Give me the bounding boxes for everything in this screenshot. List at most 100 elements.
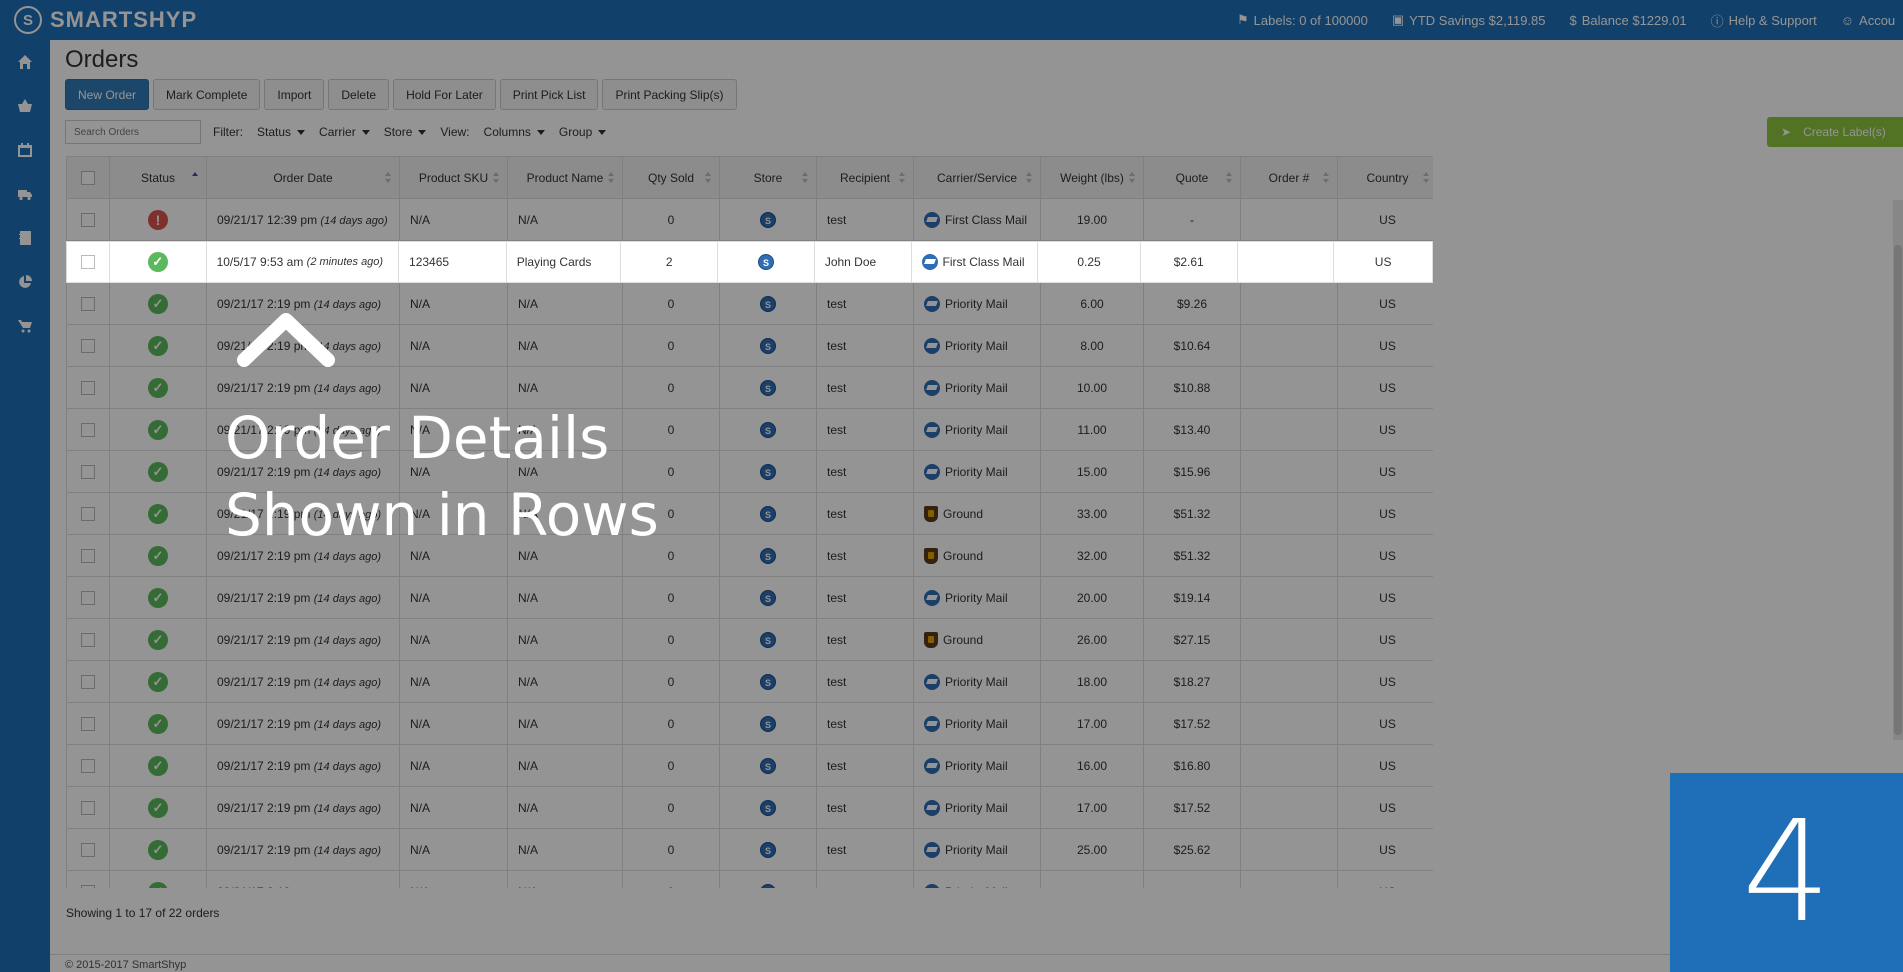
store-cell: S xyxy=(719,786,817,829)
store-filter-dropdown[interactable]: Store xyxy=(384,125,427,139)
row-checkbox[interactable] xyxy=(81,464,95,479)
row-checkbox[interactable] xyxy=(81,380,95,395)
row-checkbox[interactable] xyxy=(81,422,95,437)
order-number-cell xyxy=(1240,744,1338,787)
row-checkbox[interactable] xyxy=(81,548,95,563)
row-select-cell[interactable] xyxy=(66,786,110,829)
import-button[interactable]: Import xyxy=(264,79,325,110)
row-select-cell[interactable] xyxy=(66,282,110,325)
row-select-cell[interactable] xyxy=(66,660,110,703)
table-scrollbar[interactable] xyxy=(1893,200,1903,740)
carrier-filter-dropdown[interactable]: Carrier xyxy=(319,125,370,139)
row-checkbox[interactable] xyxy=(80,255,95,269)
row-checkbox[interactable] xyxy=(81,800,95,815)
row-select-cell[interactable] xyxy=(66,702,110,745)
help-support-link[interactable]: ⓘ Help & Support xyxy=(1711,11,1817,30)
table-row[interactable]: ✓09/21/17 2:19 pm (14 days ago)N/AN/A0St… xyxy=(66,618,1433,661)
column-header-store[interactable]: Store xyxy=(719,156,817,199)
row-checkbox[interactable] xyxy=(81,674,95,689)
account-menu[interactable]: ☺ Accou xyxy=(1841,13,1895,28)
row-checkbox[interactable] xyxy=(81,296,95,311)
highlighted-order-row[interactable]: ✓ 10/5/17 9:53 am (2 minutes ago) 123465… xyxy=(66,241,1433,283)
hold-for-later-button[interactable]: Hold For Later xyxy=(393,79,496,110)
row-select-cell[interactable] xyxy=(66,744,110,787)
column-header-order-date[interactable]: Order Date xyxy=(206,156,400,199)
column-header-status[interactable]: Status xyxy=(109,156,207,199)
column-header-product-sku[interactable]: Product SKU xyxy=(399,156,508,199)
sidebar-item-store[interactable] xyxy=(0,304,50,348)
select-all-header[interactable] xyxy=(66,156,110,199)
row-select-cell[interactable] xyxy=(66,492,110,535)
mark-complete-button[interactable]: Mark Complete xyxy=(153,79,261,110)
row-select-cell[interactable] xyxy=(66,828,110,871)
column-header-quote[interactable]: Quote xyxy=(1143,156,1241,199)
row-select-cell[interactable] xyxy=(66,450,110,493)
sidebar-item-home[interactable] xyxy=(0,40,50,84)
row-select-cell[interactable] xyxy=(66,408,110,451)
row-checkbox[interactable] xyxy=(81,758,95,773)
sidebar-item-orders[interactable] xyxy=(0,84,50,128)
column-header-order-number[interactable]: Order # xyxy=(1240,156,1338,199)
row-select-cell[interactable] xyxy=(66,870,110,888)
column-header-country[interactable]: Country xyxy=(1337,156,1433,199)
sku-cell: N/A xyxy=(399,324,508,367)
scrollbar-thumb[interactable] xyxy=(1894,245,1902,735)
store-cell: S xyxy=(719,198,817,241)
column-header-weight[interactable]: Weight (lbs) xyxy=(1040,156,1144,199)
row-checkbox[interactable] xyxy=(81,338,95,353)
print-packing-slips-button[interactable]: Print Packing Slip(s) xyxy=(602,79,737,110)
column-header-qty-sold[interactable]: Qty Sold xyxy=(622,156,720,199)
row-select-cell[interactable] xyxy=(66,324,110,367)
row-checkbox[interactable] xyxy=(81,632,95,647)
sort-icon xyxy=(1226,172,1232,184)
row-select-cell[interactable] xyxy=(66,534,110,577)
ytd-savings[interactable]: ▣ YTD Savings $2,119.85 xyxy=(1392,12,1546,28)
question-circle-icon: ⓘ xyxy=(1710,13,1724,29)
row-checkbox[interactable] xyxy=(81,590,95,605)
column-header-carrier-service[interactable]: Carrier/Service xyxy=(913,156,1041,199)
balance[interactable]: $ Balance $1229.01 xyxy=(1570,13,1687,28)
sidebar-item-reports[interactable] xyxy=(0,260,50,304)
group-dropdown[interactable]: Group xyxy=(559,125,607,139)
store-logo-icon: S xyxy=(760,463,776,480)
qty-cell: 0 xyxy=(622,618,720,661)
table-row[interactable]: ! 09/21/17 12:39 pm (14 days ago) N/A N/A 0 S… xyxy=(66,198,1433,241)
row-checkbox[interactable] xyxy=(81,842,95,857)
print-pick-list-button[interactable]: Print Pick List xyxy=(499,79,599,110)
column-header-product-name[interactable]: Product Name xyxy=(507,156,623,199)
search-orders-input[interactable] xyxy=(65,120,201,144)
new-order-button[interactable]: New Order xyxy=(65,79,150,110)
quote-cell: $51.32 xyxy=(1143,492,1241,535)
columns-dropdown[interactable]: Columns xyxy=(484,125,545,139)
row-select-cell[interactable] xyxy=(66,576,110,619)
table-row[interactable]: ✓09/21/17 2:19 pm (14 days ago)N/AN/A0St… xyxy=(66,576,1433,619)
create-labels-button[interactable]: ➤ Create Label(s) xyxy=(1767,117,1903,147)
table-row[interactable]: ✓09/21/17 2:19 pm (14 days ago)N/AN/A0St… xyxy=(66,702,1433,745)
table-row[interactable]: ✓09/21/17 2:19 pm (14 days ago)N/AN/A0St… xyxy=(66,660,1433,703)
table-row[interactable]: ✓09/21/17 2:19 pm (14 days ago)N/AN/A0St… xyxy=(66,870,1433,888)
sidebar-item-shipments[interactable] xyxy=(0,172,50,216)
carrier-cell: Priority Mail xyxy=(913,366,1041,409)
row-select-cell[interactable] xyxy=(67,242,110,282)
row-checkbox[interactable] xyxy=(81,506,95,521)
usps-eagle-icon xyxy=(921,254,938,270)
delete-button[interactable]: Delete xyxy=(328,79,390,110)
sidebar-item-address-book[interactable] xyxy=(0,216,50,260)
sidebar-item-calendar[interactable] xyxy=(0,128,50,172)
status-filter-dropdown[interactable]: Status xyxy=(257,125,306,139)
table-row[interactable]: ✓09/21/17 2:19 pm (14 days ago)N/AN/A0St… xyxy=(66,744,1433,787)
labels-count[interactable]: ⚑ Labels: 0 of 100000 xyxy=(1237,12,1368,28)
table-row[interactable]: ✓09/21/17 2:19 pm (14 days ago)N/AN/A0St… xyxy=(66,828,1433,871)
select-all-checkbox[interactable] xyxy=(81,170,95,185)
row-checkbox[interactable] xyxy=(81,884,95,888)
row-select-cell[interactable] xyxy=(66,618,110,661)
row-checkbox[interactable] xyxy=(81,716,95,731)
status-cell: ✓ xyxy=(109,534,207,577)
row-select-cell[interactable] xyxy=(66,198,110,241)
brand-logo[interactable]: S SMARTSHYP xyxy=(14,0,197,40)
table-row[interactable]: ✓09/21/17 2:19 pm (14 days ago)N/AN/A0St… xyxy=(66,786,1433,829)
column-header-recipient[interactable]: Recipient xyxy=(816,156,914,199)
row-select-cell[interactable] xyxy=(66,366,110,409)
row-checkbox[interactable] xyxy=(81,212,95,227)
order-number-cell xyxy=(1240,198,1338,241)
